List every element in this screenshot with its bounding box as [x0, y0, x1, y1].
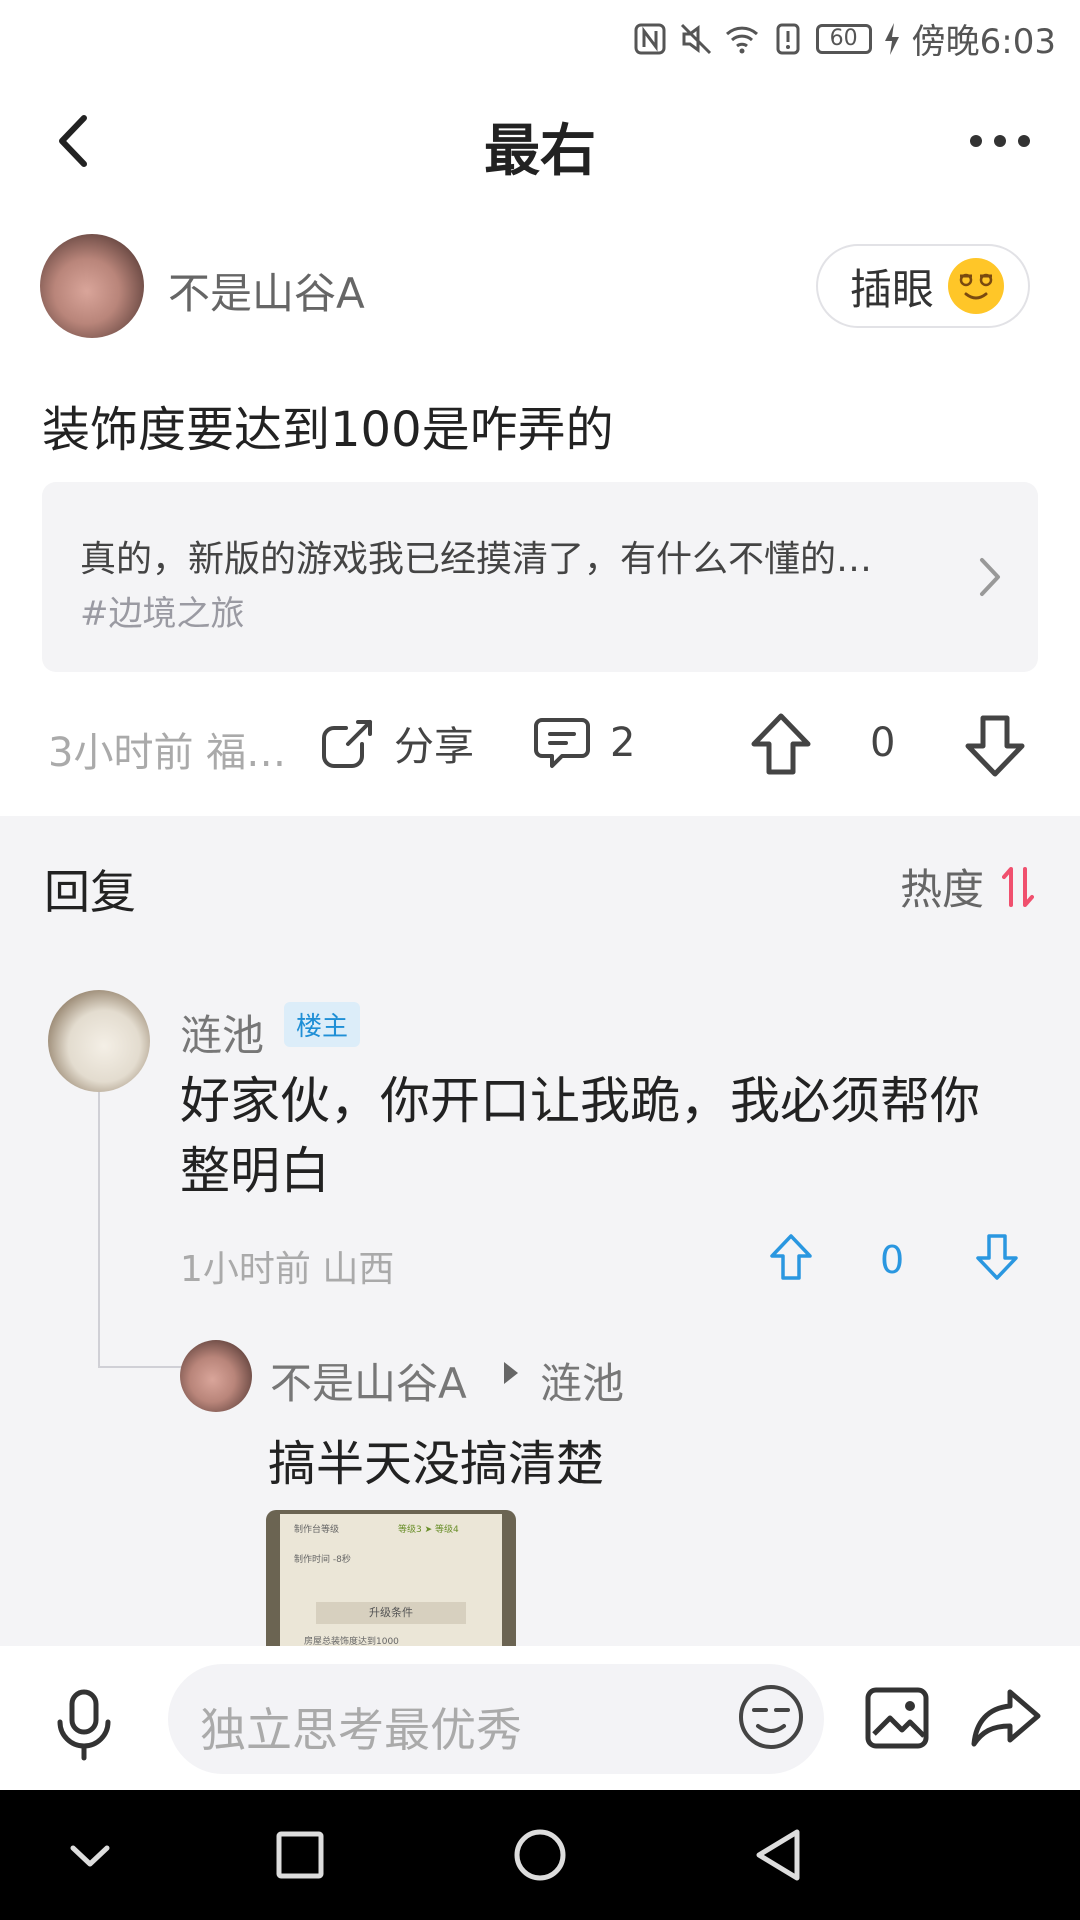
image-icon[interactable]	[864, 1686, 930, 1750]
collapse-icon[interactable]	[55, 1820, 125, 1890]
post-actions: 3小时前 福… 分享 2 0	[0, 700, 1080, 790]
upvote-icon[interactable]	[746, 710, 816, 780]
alert-icon	[776, 23, 800, 54]
quote-card[interactable]: 真的，新版的游戏我已经摸清了，有什么不懂的… #边境之旅	[42, 482, 1038, 672]
sub-reply-image[interactable]: 制作台等级 等级3 ➤ 等级4 制作时间 -8秒 升级条件 房屋总装饰度达到10…	[266, 1510, 516, 1646]
battery-indicator: 60	[815, 23, 872, 54]
quote-tag[interactable]: #边境之旅	[80, 586, 245, 635]
image-line: 制作台等级	[294, 1525, 340, 1535]
wifi-icon	[725, 26, 758, 53]
sub-reply-text: 搞半天没搞清楚	[268, 1436, 605, 1492]
reply-meta: 1小时前 山西	[180, 1249, 395, 1290]
smiley-icon	[948, 258, 1005, 314]
vote-count: 0	[870, 720, 896, 766]
reply-downvote-icon[interactable]	[972, 1232, 1022, 1282]
home-icon[interactable]	[505, 1820, 575, 1890]
page-title: 最右	[484, 119, 596, 184]
quote-text: 真的，新版的游戏我已经摸清了，有什么不懂的…	[80, 539, 873, 580]
reply-vote-count: 0	[880, 1238, 905, 1282]
sort-icon	[1002, 866, 1034, 907]
follow-button[interactable]: 插眼	[816, 244, 1030, 328]
reply-upvote-icon[interactable]	[766, 1232, 816, 1282]
sort-button[interactable]: 热度	[900, 856, 1034, 917]
sub-reply-avatar[interactable]	[180, 1340, 252, 1412]
more-icon[interactable]	[960, 106, 1040, 176]
image-line: 制作时间 -8秒	[294, 1555, 351, 1565]
thread-line	[98, 1092, 100, 1368]
system-nav-bar	[0, 1790, 1080, 1920]
microphone-icon[interactable]	[46, 1686, 122, 1762]
reply-to-arrow-icon	[504, 1362, 518, 1384]
thread-line	[98, 1366, 182, 1368]
comment-input-placeholder: 独立思考最优秀	[200, 1703, 522, 1757]
share-icon	[322, 720, 372, 768]
forward-icon[interactable]	[970, 1686, 1042, 1750]
reply-text: 好家伙，你开口让我跪，我必须帮你整明白	[180, 1072, 980, 1200]
sub-reply-target[interactable]: 涟池	[540, 1350, 624, 1411]
post-meta: 3小时前 福…	[48, 730, 287, 776]
image-line: 房屋总装饰度达到1000	[304, 1637, 399, 1646]
replies-section: 回复 热度 涟池 楼主 好家伙，你开口让我跪，我必须帮你整明白 1小时前 山西 …	[0, 816, 1080, 1646]
image-line: 等级3 ➤ 等级4	[398, 1525, 459, 1535]
mute-icon	[680, 23, 711, 54]
header: 最右	[0, 76, 1080, 206]
charging-icon	[884, 22, 899, 55]
reply-author[interactable]: 涟池	[180, 1002, 264, 1063]
downvote-icon[interactable]	[960, 710, 1030, 780]
recents-icon[interactable]	[265, 1820, 335, 1890]
comment-button[interactable]: 2	[532, 714, 635, 772]
comment-count: 2	[610, 720, 636, 766]
reply-avatar[interactable]	[48, 990, 150, 1092]
input-bar: 独立思考最优秀	[0, 1646, 1080, 1790]
share-label: 分享	[394, 724, 474, 770]
status-icons: 60 傍晚6:03	[632, 14, 1056, 63]
nfc-icon	[634, 23, 666, 54]
replies-heading: 回复	[44, 865, 136, 919]
post-title: 装饰度要达到100是咋弄的	[42, 402, 614, 458]
image-bar: 升级条件	[316, 1602, 466, 1624]
author-row: 不是山谷A 插眼	[0, 230, 1080, 340]
status-time: 傍晚6:03	[911, 22, 1056, 62]
share-button[interactable]: 分享	[318, 714, 474, 772]
nav-back-icon[interactable]	[745, 1820, 815, 1890]
sub-reply-author[interactable]: 不是山谷A	[270, 1350, 467, 1411]
follow-label: 插眼	[850, 264, 935, 314]
comment-input[interactable]: 独立思考最优秀	[168, 1664, 824, 1774]
sort-label: 热度	[899, 865, 984, 914]
status-bar: 60 傍晚6:03	[0, 0, 1080, 76]
author-name[interactable]: 不是山谷A	[168, 260, 365, 321]
op-badge: 楼主	[284, 1002, 361, 1047]
avatar[interactable]	[40, 234, 144, 338]
comment-icon	[534, 718, 590, 768]
image-screenshot: 制作台等级 等级3 ➤ 等级4 制作时间 -8秒 升级条件 房屋总装饰度达到10…	[280, 1514, 502, 1646]
emoji-icon[interactable]	[736, 1682, 806, 1752]
chevron-right-icon	[980, 558, 1000, 596]
